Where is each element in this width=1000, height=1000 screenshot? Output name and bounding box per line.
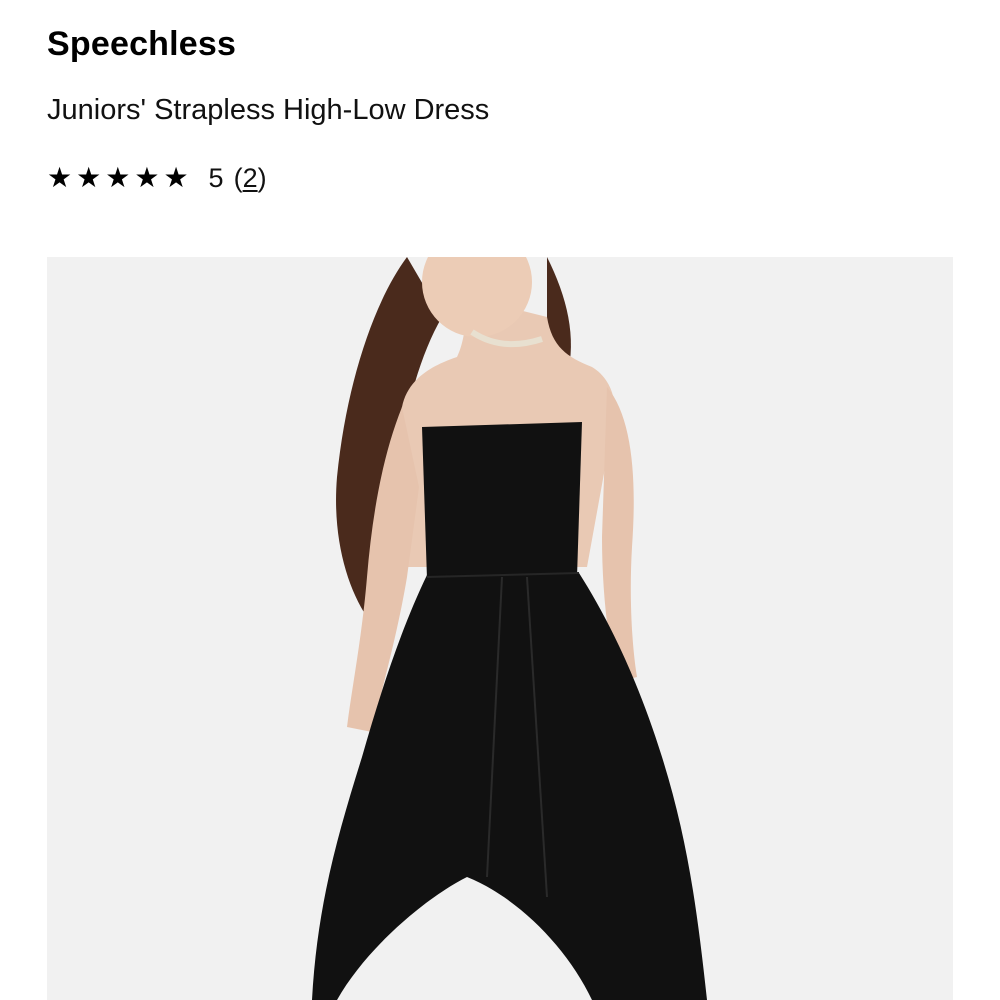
product-title: Juniors' Strapless High-Low Dress [47, 94, 490, 126]
dress-bodice [422, 422, 582, 579]
product-image[interactable] [47, 257, 953, 1000]
star-icon: ★ [47, 162, 73, 193]
product-page: Speechless Juniors' Strapless High-Low D… [0, 0, 1000, 1000]
rating-value: 5 [208, 162, 224, 193]
star-rating: ★ ★ ★ ★ ★ [47, 164, 189, 192]
review-count-open: ( [233, 162, 243, 193]
brand-link[interactable]: Speechless [47, 24, 236, 64]
rating-row: ★ ★ ★ ★ ★ 5 (2) [47, 158, 267, 198]
review-count-link[interactable]: (2) [234, 163, 267, 194]
review-count-number: 2 [242, 162, 258, 193]
star-icon: ★ [134, 162, 160, 193]
star-icon: ★ [105, 162, 131, 193]
star-icon: ★ [76, 162, 102, 193]
star-icon: ★ [163, 162, 189, 193]
review-count-close: ) [257, 162, 267, 193]
product-photo [47, 257, 953, 1000]
